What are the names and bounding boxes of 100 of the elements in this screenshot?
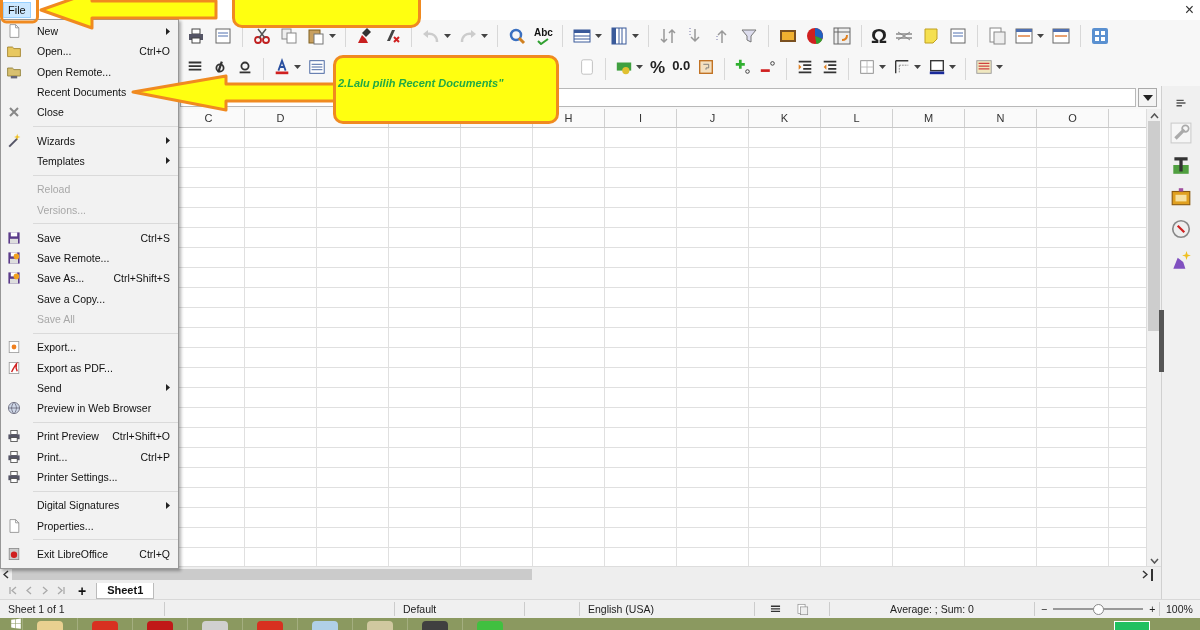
split-handle[interactable] [1151,568,1153,581]
menu-item[interactable]: Wizards [1,130,178,151]
table-icon[interactable] [608,26,629,46]
caret-icon[interactable] [636,65,643,69]
scrollbar-thumb[interactable] [1148,121,1160,331]
scrollbar-thumb[interactable] [12,569,532,580]
filter-icon[interactable] [738,26,759,46]
column-header: M [893,109,965,127]
menu-item[interactable]: Send [1,377,178,399]
header-icon[interactable] [1013,26,1034,46]
caret-icon[interactable] [329,34,336,38]
shortcut-label: Ctrl+Shift+S [113,272,170,285]
caret-icon[interactable] [631,34,639,38]
conditional-format-icon[interactable] [975,58,994,76]
caret-icon[interactable] [1036,34,1044,38]
menu-item[interactable]: Open... Ctrl+O [1,41,178,62]
export-icon [6,339,22,356]
menu-item[interactable]: File [3,2,31,18]
grid-icon[interactable] [1089,26,1110,46]
submenu-arrow-icon [166,157,170,165]
menu-item[interactable]: New [1,21,178,42]
menu-item[interactable]: Save Remote... [1,247,113,269]
wrap-icon[interactable] [308,58,326,76]
column-header: O [1037,109,1109,127]
menu-item[interactable]: Printer Settings... [1,466,121,488]
scroll-down-icon[interactable] [1149,558,1159,564]
submenu-arrow-icon [166,137,170,145]
copy-icon[interactable] [279,26,299,46]
search-icon[interactable] [507,26,527,46]
page-style: Default [403,602,437,616]
expand-button[interactable] [1138,88,1157,107]
table-icon[interactable] [571,26,592,46]
page-icon[interactable] [796,602,809,616]
compass-icon[interactable] [1170,218,1192,240]
menu-item[interactable]: Close [1,102,67,123]
column-header: I [605,109,677,127]
pivot-table-icon[interactable] [831,26,852,46]
styles-icon[interactable] [1170,154,1192,176]
zoom-slider[interactable] [1093,604,1105,615]
scissors-icon[interactable] [252,26,272,46]
sidebar-handle[interactable] [1159,310,1164,372]
menu-item[interactable]: Print... Ctrl+P [1,446,178,467]
caret-icon[interactable] [914,65,922,69]
menu-item[interactable]: Digital Signatures [1,495,178,516]
sort-icon[interactable] [657,26,678,46]
document-icon [6,23,22,40]
menu-item[interactable]: Preview in Web Browser [1,398,155,419]
pie-chart-icon[interactable] [804,26,825,46]
caret-icon[interactable] [996,65,1004,69]
add-decimal-icon[interactable] [734,58,753,76]
caret-icon[interactable] [481,34,488,38]
language: English (USA) [588,602,654,616]
close-button[interactable]: × [1178,1,1200,19]
menu-item[interactable]: Save Ctrl+S [1,227,178,248]
zoom-out-button[interactable]: − [1041,602,1048,616]
menu-item[interactable]: Templates [1,150,178,172]
wand-icon [6,132,22,149]
column-header: N [965,109,1037,127]
menu-item[interactable]: Exit LibreOffice Ctrl+Q [1,543,178,565]
menu-item[interactable]: Export... [1,337,80,358]
header-icon[interactable] [1050,26,1071,46]
zoom-in-button[interactable]: + [1149,602,1156,616]
shortcut-label: Ctrl+Q [139,547,170,560]
menu-item[interactable]: Open Remote... [1,61,115,82]
shortcut-label: Ctrl+S [140,231,170,244]
scroll-left-icon[interactable] [3,570,9,579]
caret-icon[interactable] [879,65,887,69]
taskbar-app-icon[interactable] [422,621,448,630]
menu-item[interactable]: Properties... [1,515,97,536]
menu-item[interactable]: Print Preview Ctrl+Shift+O [1,426,178,447]
spelling-button[interactable]: Abc [534,27,553,45]
add-sheet-button[interactable]: + [78,582,87,599]
gallery-icon[interactable] [1170,186,1192,208]
menu-item[interactable]: Save As... Ctrl+Shift+S [1,268,178,289]
menu-item[interactable]: Save a Copy... [1,288,109,309]
font-color-icon[interactable] [273,58,291,76]
clipboard-icon[interactable] [306,26,326,46]
caret-icon[interactable] [444,34,451,38]
number-format-button[interactable]: 0.0 [672,58,691,73]
scroll-right-icon[interactable] [1142,570,1148,579]
scroll-up-icon[interactable] [1149,113,1159,119]
menu-item[interactable]: Recent Documents [1,81,130,103]
border-color-icon[interactable] [928,58,947,76]
page-icon[interactable] [986,26,1007,46]
sheet-tab[interactable]: Sheet1 [96,582,155,599]
printer-icon[interactable] [186,26,206,46]
special-character-button[interactable]: Ω [870,24,887,48]
folder-icon [6,43,22,60]
spelling-label: Abc [534,27,553,38]
windows-logo-icon[interactable] [10,618,22,630]
percent-button[interactable]: % [650,58,666,78]
caret-icon[interactable] [949,65,957,69]
menu-item[interactable]: Export as PDF... [1,357,116,378]
printer-icon [6,428,22,445]
sparkle-icon[interactable] [1170,250,1192,272]
printer-icon [6,448,22,465]
globe-icon [6,400,22,417]
caret-icon[interactable] [294,65,301,69]
caret-icon[interactable] [594,34,602,38]
callout-text: 2.Lalu pilih Recent Documents" [338,77,504,89]
